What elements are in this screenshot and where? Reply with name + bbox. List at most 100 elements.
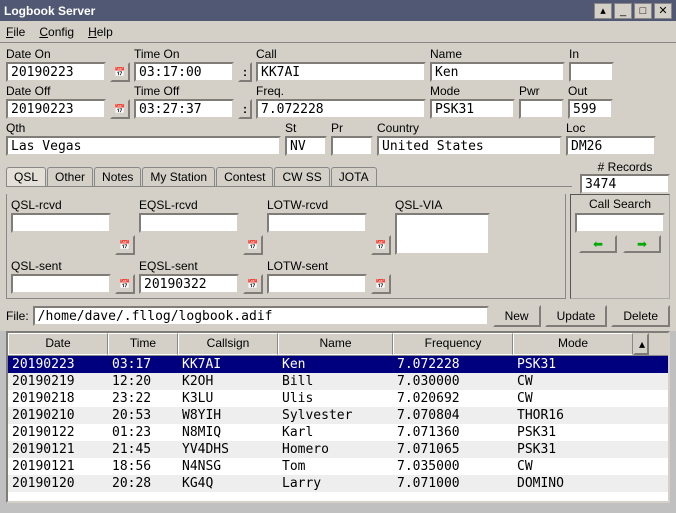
input-st[interactable]	[285, 136, 327, 156]
tab-cw-ss[interactable]: CW SS	[274, 167, 329, 186]
input-qsl-sent[interactable]	[11, 274, 111, 294]
table-cell: 01:23	[108, 424, 178, 441]
table-cell: 20190218	[8, 390, 108, 407]
input-lotw-rcvd[interactable]	[267, 213, 367, 233]
scroll-up-button[interactable]: ▴	[633, 333, 649, 355]
rollup-button[interactable]: ▴	[594, 3, 612, 19]
th-name[interactable]: Name	[278, 333, 393, 355]
table-cell: 7.071360	[393, 424, 513, 441]
update-button[interactable]: Update	[545, 305, 608, 327]
input-pr[interactable]	[331, 136, 373, 156]
input-time-off[interactable]	[134, 99, 234, 119]
th-frequency[interactable]: Frequency	[393, 333, 513, 355]
table-cell: K2OH	[178, 373, 278, 390]
form-area: Date On 📅 Time On : Call Name In Date Of…	[0, 43, 676, 301]
menu-help[interactable]: Help	[88, 25, 113, 39]
table-cell: YV4DHS	[178, 441, 278, 458]
search-next-button[interactable]: ➡	[623, 235, 661, 253]
input-mode[interactable]	[430, 99, 515, 119]
label-in: In	[569, 47, 614, 61]
tab-panel-qsl: QSL-rcvd 📅 EQSL-rcvd 📅 LOTW-rcvd 📅 QSL-V…	[6, 194, 566, 299]
close-button[interactable]: ✕	[654, 3, 672, 19]
table-cell: 20190121	[8, 458, 108, 475]
label-qsl-sent: QSL-sent	[11, 259, 111, 273]
calendar-lotw-rcvd-icon[interactable]: 📅	[371, 235, 391, 255]
table-cell: 7.072228	[393, 356, 513, 373]
delete-button[interactable]: Delete	[611, 305, 670, 327]
tab-notes[interactable]: Notes	[94, 167, 141, 186]
table-cell: 7.030000	[393, 373, 513, 390]
label-time-on: Time On	[134, 47, 234, 61]
input-file-path[interactable]	[33, 306, 489, 326]
input-pwr[interactable]	[519, 99, 564, 119]
table-cell: 20190120	[8, 475, 108, 492]
input-in[interactable]	[569, 62, 614, 82]
input-qsl-via[interactable]	[395, 213, 490, 255]
label-loc: Loc	[566, 121, 656, 135]
calendar-qsl-rcvd-icon[interactable]: 📅	[115, 235, 135, 255]
table-row[interactable]: 2019012020:28KG4QLarry7.071000DOMINO	[8, 475, 668, 492]
table-cell: CW	[513, 390, 633, 407]
input-lotw-sent[interactable]	[267, 274, 367, 294]
menu-config[interactable]: Config	[39, 25, 74, 39]
calendar-eqsl-rcvd-icon[interactable]: 📅	[243, 235, 263, 255]
input-eqsl-rcvd[interactable]	[139, 213, 239, 233]
table-row[interactable]: 2019012201:23N8MIQKarl7.071360PSK31	[8, 424, 668, 441]
calendar-date-on-icon[interactable]: 📅	[110, 62, 130, 82]
input-loc[interactable]	[566, 136, 656, 156]
input-call[interactable]	[256, 62, 426, 82]
input-out[interactable]	[568, 99, 613, 119]
input-name[interactable]	[430, 62, 565, 82]
label-date-on: Date On	[6, 47, 106, 61]
calendar-eqsl-sent-icon[interactable]: 📅	[243, 274, 263, 294]
input-freq[interactable]	[256, 99, 426, 119]
time-on-set-button[interactable]: :	[238, 62, 252, 82]
label-call: Call	[256, 47, 426, 61]
tab-other[interactable]: Other	[47, 167, 93, 186]
table-row[interactable]: 2019022303:17KK7AIKen7.072228PSK31	[8, 356, 668, 373]
th-time[interactable]: Time	[108, 333, 178, 355]
label-st: St	[285, 121, 327, 135]
calendar-qsl-sent-icon[interactable]: 📅	[115, 274, 135, 294]
input-call-search[interactable]	[575, 213, 665, 233]
menu-file[interactable]: File	[6, 25, 25, 39]
input-country[interactable]	[377, 136, 562, 156]
call-search-box: Call Search ⬅ ➡	[570, 194, 670, 299]
th-mode[interactable]: Mode	[513, 333, 633, 355]
maximize-button[interactable]: □	[634, 3, 652, 19]
th-date[interactable]: Date	[8, 333, 108, 355]
th-callsign[interactable]: Callsign	[178, 333, 278, 355]
table-cell: CW	[513, 373, 633, 390]
table-cell: 21:45	[108, 441, 178, 458]
search-prev-button[interactable]: ⬅	[579, 235, 617, 253]
title-bar: Logbook Server ▴ _ □ ✕	[0, 0, 676, 21]
input-time-on[interactable]	[134, 62, 234, 82]
table-row[interactable]: 2019012118:56N4NSGTom7.035000CW	[8, 458, 668, 475]
table-row[interactable]: 2019021020:53W8YIHSylvester7.070804THOR1…	[8, 407, 668, 424]
input-qsl-rcvd[interactable]	[11, 213, 111, 233]
table-cell: 20:28	[108, 475, 178, 492]
label-records: # Records	[598, 160, 653, 174]
input-date-on[interactable]	[6, 62, 106, 82]
tab-my-station[interactable]: My Station	[142, 167, 215, 186]
file-row: File: New Update Delete	[0, 301, 676, 331]
table-cell: 7.071065	[393, 441, 513, 458]
input-date-off[interactable]	[6, 99, 106, 119]
time-off-set-button[interactable]: :	[238, 99, 252, 119]
table-row[interactable]: 2019021823:22K3LUUlis7.020692CW	[8, 390, 668, 407]
table-cell: DOMINO	[513, 475, 633, 492]
tab-jota[interactable]: JOTA	[331, 167, 377, 186]
calendar-date-off-icon[interactable]: 📅	[110, 99, 130, 119]
table-row[interactable]: 2019021912:20K2OHBill7.030000CW	[8, 373, 668, 390]
table-row[interactable]: 2019012121:45YV4DHSHomero7.071065PSK31	[8, 441, 668, 458]
calendar-lotw-sent-icon[interactable]: 📅	[371, 274, 391, 294]
table-cell: Tom	[278, 458, 393, 475]
new-button[interactable]: New	[493, 305, 541, 327]
table-cell: K3LU	[178, 390, 278, 407]
tab-contest[interactable]: Contest	[216, 167, 273, 186]
input-qth[interactable]	[6, 136, 281, 156]
minimize-button[interactable]: _	[614, 3, 632, 19]
label-lotw-rcvd: LOTW-rcvd	[267, 198, 367, 212]
input-eqsl-sent[interactable]	[139, 274, 239, 294]
tab-qsl[interactable]: QSL	[6, 167, 46, 186]
